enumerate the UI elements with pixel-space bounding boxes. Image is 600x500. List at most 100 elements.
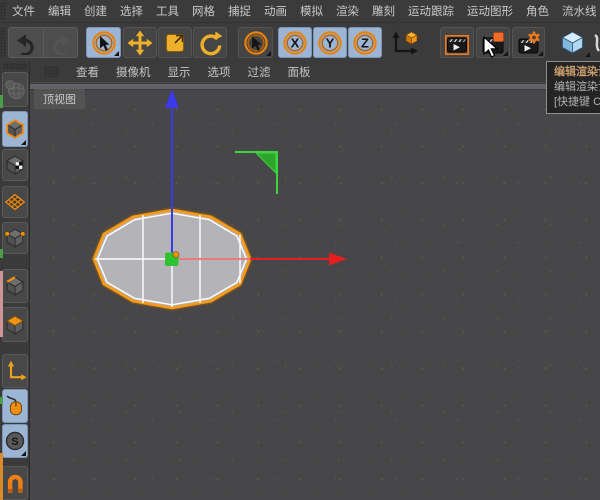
left-tool-palette: S (0, 61, 30, 500)
clipped-palette-sliver (0, 397, 3, 404)
viewport-scene (90, 89, 347, 312)
submenu-indicator (266, 51, 271, 56)
viewport-menu-filter[interactable]: 过滤 (248, 64, 271, 80)
menu-file[interactable]: 文件 (12, 3, 35, 19)
model-mode-icon (6, 119, 24, 139)
undo-icon (17, 33, 34, 55)
svg-text:X: X (291, 35, 300, 50)
menu-edit[interactable]: 编辑 (48, 3, 71, 19)
menu-animate[interactable]: 动画 (264, 3, 287, 19)
submenu-indicator (538, 51, 543, 56)
viewport[interactable]: 顶视图 (30, 84, 600, 500)
workplane-marker (235, 151, 278, 194)
submenu-indicator (114, 51, 119, 56)
live-selection-icon (91, 30, 116, 55)
parameter-handle[interactable] (172, 251, 180, 258)
submenu-indicator (21, 451, 26, 456)
submenu-indicator (585, 52, 590, 57)
viewport-menu-options[interactable]: 选项 (208, 64, 231, 80)
edges-mode-icon (6, 276, 24, 296)
workplane-mode-icon (4, 193, 26, 211)
polygons-mode-icon (6, 315, 24, 335)
menu-character[interactable]: 角色 (526, 3, 549, 19)
svg-text:Z: Z (361, 35, 369, 50)
tooltip-description: 编辑渲染设 (554, 81, 600, 93)
sidebar-grip[interactable] (3, 63, 27, 70)
clipped-icon (594, 33, 600, 52)
tweak-mode-icon (6, 395, 22, 416)
workplane-mode-button[interactable] (2, 186, 28, 218)
z-axis-lock-button[interactable]: Z (348, 27, 382, 58)
y-axis-lock-button[interactable]: Y (313, 27, 347, 58)
z-axis-icon: Z (353, 30, 377, 55)
clipped-palette-sliver (0, 271, 3, 337)
redo-icon (52, 33, 70, 55)
scale-tool-button[interactable] (158, 27, 192, 58)
clipped-palette-sliver (0, 249, 3, 258)
menu-sculpt[interactable]: 雕刻 (372, 3, 395, 19)
main-menu-bar: 文件 编辑 创建 选择 工具 网格 捕捉 动画 模拟 渲染 雕刻 运动跟踪 运动… (0, 0, 600, 23)
points-mode-button[interactable] (2, 222, 28, 254)
viewport-menu-bar: 查看 摄像机 显示 选项 过滤 面板 (30, 61, 600, 83)
edit-render-settings-icon (518, 31, 540, 53)
enable-axis-button[interactable] (2, 354, 28, 388)
polygons-mode-button[interactable] (2, 307, 28, 342)
menu-snap[interactable]: 捕捉 (228, 3, 251, 19)
rotate-icon (200, 31, 223, 55)
model-mode-button[interactable] (2, 111, 28, 147)
move-icon (127, 30, 153, 55)
selection-tool-button[interactable] (238, 27, 273, 58)
main-toolbar: X Y Z (0, 24, 600, 62)
make-editable-icon (5, 79, 25, 99)
menu-simulate[interactable]: 模拟 (300, 3, 323, 19)
menu-pipeline[interactable]: 流水线 (562, 3, 597, 19)
y-axis-icon: Y (318, 30, 342, 55)
menu-mograph[interactable]: 运动图形 (467, 3, 513, 19)
cube-primitive-button[interactable] (554, 27, 591, 58)
redo-button[interactable] (44, 27, 78, 58)
menu-select[interactable]: 选择 (120, 3, 143, 19)
coordinate-system-button[interactable] (384, 27, 422, 58)
clipped-toolbar-icon[interactable] (592, 27, 600, 58)
rotate-tool-button[interactable] (193, 27, 227, 58)
tooltip: 编辑渲染设 编辑渲染设 [快捷键 Ct (546, 61, 600, 114)
viewport-solo-button[interactable]: S (2, 424, 28, 458)
undo-button[interactable] (8, 27, 44, 58)
menu-render[interactable]: 渲染 (336, 3, 359, 19)
viewport-menu-view[interactable]: 查看 (76, 64, 99, 80)
viewport-menu-panel[interactable]: 面板 (288, 64, 311, 80)
enable-axis-icon (7, 360, 27, 381)
make-editable-button[interactable] (2, 72, 28, 107)
edit-render-settings-button[interactable] (512, 27, 545, 58)
move-tool-button[interactable] (123, 27, 157, 58)
render-view-icon (445, 34, 469, 55)
x-axis-lock-button[interactable]: X (278, 27, 312, 58)
texture-mode-button[interactable] (2, 149, 28, 181)
tooltip-shortcut: [快捷键 Ct (554, 96, 600, 108)
toolbar-grip[interactable] (0, 27, 6, 58)
render-view-button[interactable] (440, 27, 474, 58)
clipped-palette-sliver (0, 95, 3, 108)
scale-icon (166, 33, 184, 52)
tooltip-title: 编辑渲染设 (554, 66, 600, 78)
menu-create[interactable]: 创建 (84, 3, 107, 19)
menu-mesh[interactable]: 网格 (192, 3, 215, 19)
viewport-menu-grip[interactable] (44, 66, 59, 77)
submenu-indicator (503, 51, 508, 56)
live-selection-button[interactable] (86, 27, 121, 58)
viewport-menu-display[interactable]: 显示 (168, 64, 191, 80)
viewport-menu-cameras[interactable]: 摄像机 (116, 64, 151, 80)
enable-snap-button[interactable] (2, 466, 28, 500)
viewport-view-label[interactable]: 顶视图 (34, 89, 85, 109)
clipped-palette-sliver (0, 453, 3, 500)
points-mode-icon (4, 228, 26, 248)
selection-icon (243, 30, 268, 55)
menu-tools[interactable]: 工具 (156, 3, 179, 19)
menu-motion-tracker[interactable]: 运动跟踪 (408, 3, 454, 19)
menu-grip[interactable] (0, 2, 6, 20)
svg-text:S: S (11, 436, 18, 448)
tweak-mode-button[interactable] (2, 389, 28, 423)
edges-mode-button[interactable] (2, 269, 28, 303)
coordinate-system-icon (392, 30, 418, 54)
enable-snap-icon (7, 474, 23, 493)
